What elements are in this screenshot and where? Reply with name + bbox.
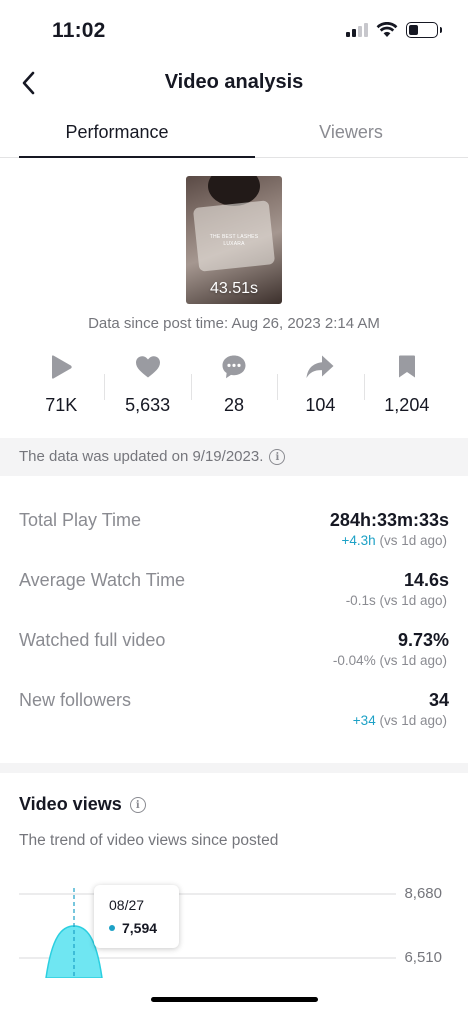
metric-comments: 28 — [190, 352, 277, 422]
video-views-chart[interactable]: 8,680 6,510 — [0, 878, 468, 978]
post-time-text: Data since post time: Aug 26, 2023 2:14 … — [88, 315, 380, 332]
status-bar: 11:02 — [0, 0, 468, 62]
video-views-chart-svg — [19, 888, 396, 978]
tab-bar: Performance Viewers — [0, 108, 468, 158]
tab-performance[interactable]: Performance — [0, 108, 234, 157]
metric-value: 28 — [224, 395, 245, 415]
heart-icon — [135, 356, 160, 378]
wifi-icon — [376, 22, 398, 37]
metric-value: 71K — [45, 395, 78, 415]
video-views-title-text: Video views — [19, 794, 122, 814]
data-update-banner: The data was updated on 9/19/2023. i — [0, 438, 468, 476]
stat-watched-full-video: Watched full video 9.73% -0.04% (vs 1d a… — [19, 630, 449, 690]
stat-delta-suffix: (vs 1d ago) — [375, 653, 447, 668]
section-divider — [0, 763, 468, 773]
y-tick-label: 6,510 — [404, 949, 442, 966]
page-title: Video analysis — [164, 71, 304, 93]
stat-average-watch-time: Average Watch Time 14.6s -0.1s (vs 1d ag… — [19, 570, 449, 630]
stat-label: Watched full video — [19, 630, 166, 650]
bookmark-icon — [398, 355, 415, 378]
stat-label: Average Watch Time — [19, 570, 186, 590]
metric-likes: 5,633 — [104, 352, 190, 422]
status-icons — [346, 22, 442, 38]
tooltip-value-row: 7,594 — [109, 920, 179, 936]
engagement-metrics: 71K 5,633 28 104 1,204 — [18, 352, 450, 422]
play-icon — [52, 355, 72, 379]
stat-delta: +4.3h (vs 1d ago) — [342, 533, 447, 548]
metric-value: 104 — [305, 395, 336, 415]
stat-delta-value: +4.3h — [341, 533, 376, 548]
series-dot — [109, 925, 115, 931]
video-duration: 43.51s — [209, 280, 259, 297]
stat-total-play-time: Total Play Time 284h:33m:33s +4.3h (vs 1… — [19, 510, 449, 570]
status-time: 11:02 — [52, 19, 106, 42]
video-views-subtitle: The trend of video views since posted — [19, 832, 279, 849]
home-indicator[interactable] — [151, 997, 318, 1002]
metric-value: 5,633 — [125, 395, 171, 415]
video-views-title: Video views i — [19, 794, 146, 815]
video-thumbnail[interactable]: THE BEST LASHES LUXARA 43.51s — [186, 176, 282, 304]
stat-delta: +34 (vs 1d ago) — [353, 713, 447, 728]
cellular-signal-icon — [346, 23, 368, 37]
battery-icon — [406, 22, 442, 38]
stat-delta: -0.1s (vs 1d ago) — [346, 593, 447, 608]
tab-viewers[interactable]: Viewers — [234, 108, 468, 157]
battery-level — [409, 25, 419, 35]
info-icon[interactable]: i — [129, 797, 146, 813]
stat-label: New followers — [19, 690, 132, 710]
stat-delta: -0.04% (vs 1d ago) — [333, 653, 447, 668]
metric-value: 1,204 — [384, 395, 430, 415]
stat-delta-value: -0.04% — [332, 653, 376, 668]
stat-delta-suffix: (vs 1d ago) — [375, 713, 447, 728]
y-tick-label: 8,680 — [404, 885, 442, 902]
stat-value: 9.73% — [397, 630, 449, 650]
metric-plays: 71K — [18, 352, 104, 422]
stat-delta-value: -0.1s — [345, 593, 376, 608]
active-tab-indicator — [19, 156, 255, 158]
metric-shares: 104 — [277, 352, 363, 422]
info-icon[interactable]: i — [269, 449, 286, 465]
share-icon — [306, 355, 334, 378]
update-notice-text: The data was updated on 9/19/2023. — [19, 448, 264, 465]
performance-stats: Total Play Time 284h:33m:33s +4.3h (vs 1… — [19, 510, 449, 750]
metric-saves: 1,204 — [363, 352, 450, 422]
stat-label: Total Play Time — [19, 510, 142, 530]
comment-icon — [222, 355, 246, 379]
stat-delta-suffix: (vs 1d ago) — [375, 533, 447, 548]
stat-delta-suffix: (vs 1d ago) — [375, 593, 447, 608]
thumbnail-caption-line1: THE BEST LASHES — [209, 234, 259, 240]
tooltip-value: 7,594 — [122, 920, 158, 936]
thumbnail-caption: THE BEST LASHES LUXARA — [186, 234, 282, 248]
thumbnail-caption-line2: LUXARA — [223, 241, 245, 247]
chart-tooltip: 08/27 7,594 — [94, 885, 179, 948]
stat-value: 284h:33m:33s — [329, 510, 449, 530]
stat-delta-value: +34 — [352, 713, 376, 728]
stat-value: 34 — [428, 690, 449, 710]
header: Video analysis — [0, 62, 468, 106]
stat-value: 14.6s — [403, 570, 449, 590]
tooltip-date: 08/27 — [109, 897, 145, 913]
stat-new-followers: New followers 34 +34 (vs 1d ago) — [19, 690, 449, 750]
